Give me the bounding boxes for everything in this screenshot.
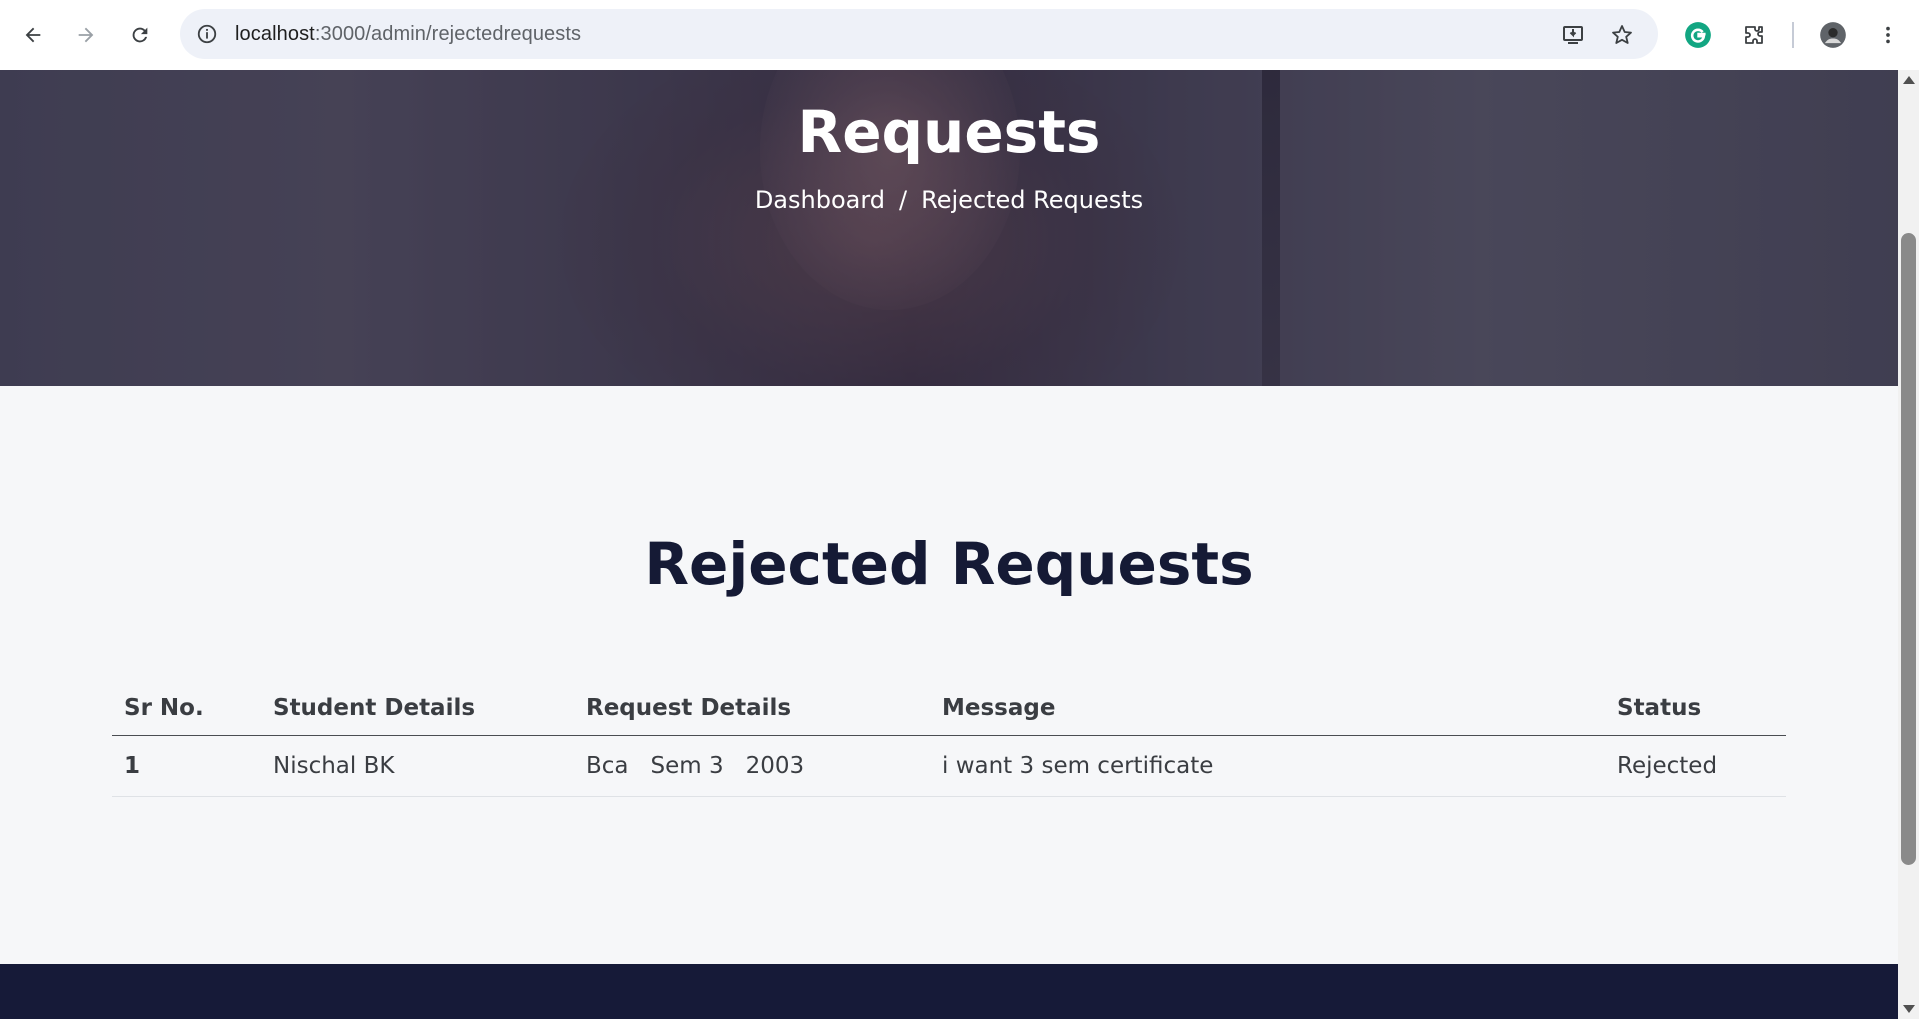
column-header-request-details: Request Details [574, 682, 930, 736]
column-header-sr-no: Sr No. [112, 682, 261, 736]
reload-button[interactable] [122, 17, 158, 53]
request-semester: Sem 3 [650, 752, 724, 779]
scroll-down-arrow-icon[interactable] [1903, 1005, 1915, 1013]
breadcrumb: Dashboard / Rejected Requests [0, 186, 1898, 214]
request-year: 2003 [745, 752, 805, 779]
hero-banner: Requests Dashboard / Rejected Requests [0, 70, 1898, 386]
column-header-message: Message [930, 682, 1605, 736]
site-info-icon[interactable] [194, 21, 220, 47]
back-arrow-icon [25, 27, 41, 43]
cell-student-name: Nischal BK [261, 735, 574, 797]
scroll-up-arrow-icon[interactable] [1903, 76, 1915, 84]
column-header-status: Status [1605, 682, 1786, 736]
rejected-requests-table: Sr No. Student Details Request Details M… [112, 682, 1786, 797]
cell-sr-no: 1 [112, 735, 261, 797]
grammarly-icon[interactable] [1680, 17, 1716, 53]
toolbar-divider [1792, 22, 1794, 48]
page-title: Rejected Requests [644, 530, 1254, 598]
url-host: localhost [235, 23, 315, 45]
browser-toolbar: localhost:3000/admin/rejectedrequests [0, 0, 1919, 70]
forward-button[interactable] [68, 17, 104, 53]
column-header-student-details: Student Details [261, 682, 574, 736]
breadcrumb-separator: / [899, 186, 908, 214]
cell-request-details: Bca Sem 3 2003 [574, 735, 930, 797]
forward-arrow-icon [78, 27, 94, 43]
page-scrollbar[interactable] [1898, 70, 1919, 1019]
table-header-row: Sr No. Student Details Request Details M… [112, 682, 1786, 736]
reload-icon [132, 27, 148, 43]
back-button[interactable] [15, 17, 51, 53]
kebab-menu-icon[interactable] [1870, 17, 1906, 53]
scrollbar-thumb[interactable] [1901, 233, 1916, 865]
star-icon[interactable] [1608, 21, 1636, 49]
footer [0, 964, 1898, 1019]
request-course: Bca [586, 752, 629, 779]
cell-message: i want 3 sem certificate [930, 735, 1605, 797]
puzzle-icon[interactable] [1736, 17, 1772, 53]
breadcrumb-dashboard-link[interactable]: Dashboard [755, 186, 885, 214]
address-bar[interactable]: localhost:3000/admin/rejectedrequests [180, 9, 1658, 59]
breadcrumb-current: Rejected Requests [921, 186, 1144, 214]
cell-status: Rejected [1605, 735, 1786, 797]
table-row: 1 Nischal BK Bca Sem 3 2003 i want 3 sem c… [112, 735, 1786, 797]
url-path: :3000/admin/rejectedrequests [314, 23, 582, 45]
install-app-icon[interactable] [1560, 21, 1588, 49]
url-text[interactable]: localhost:3000/admin/rejectedrequests [235, 23, 581, 46]
hero-title: Requests [797, 98, 1101, 166]
avatar-icon[interactable] [1815, 17, 1851, 53]
